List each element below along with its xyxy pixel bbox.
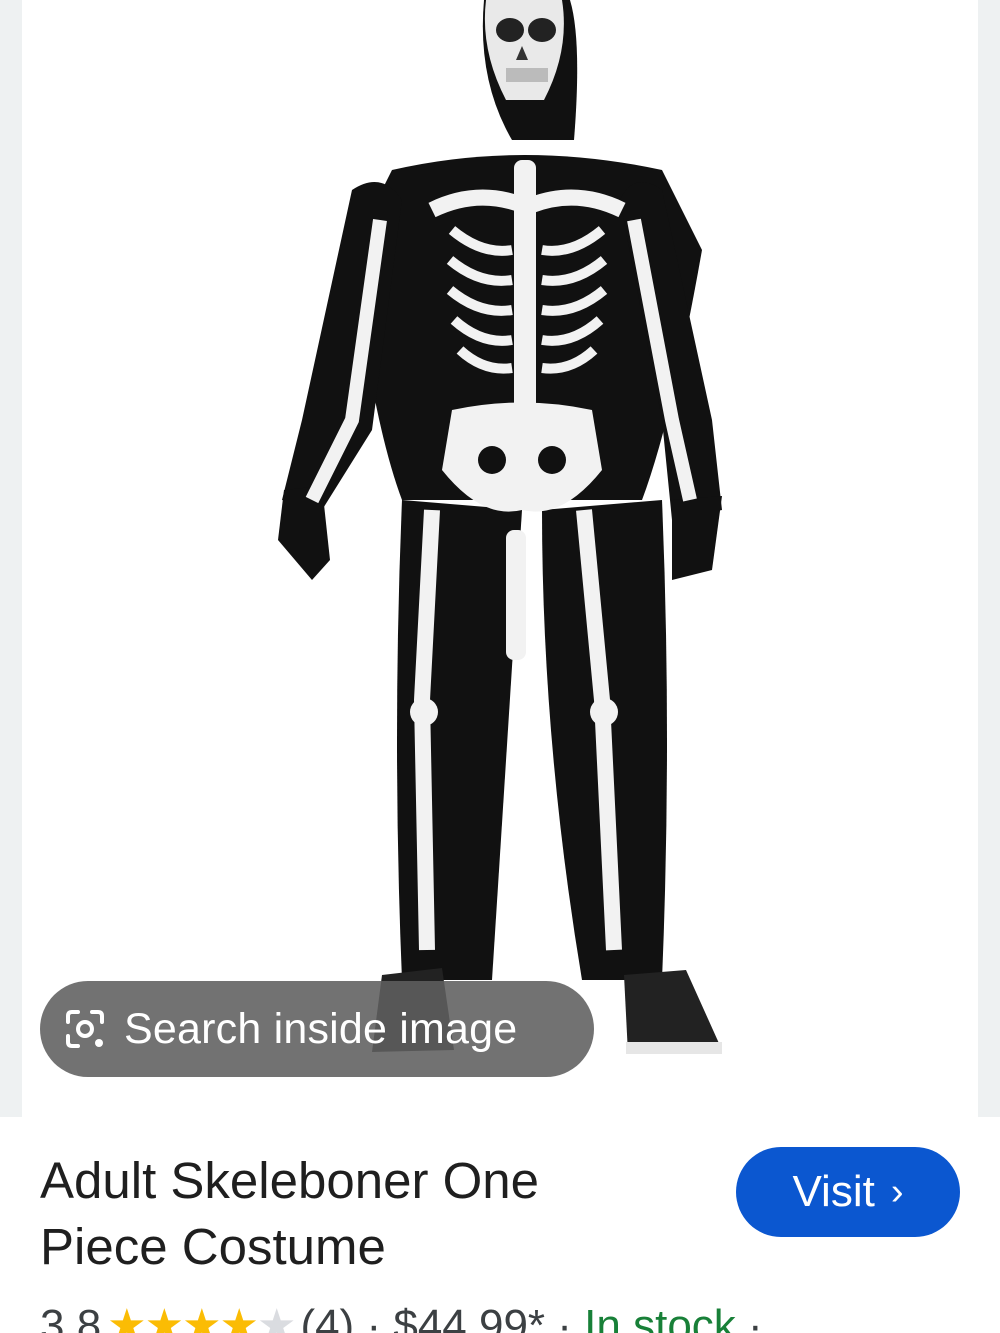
- chevron-right-icon: ›: [890, 1170, 904, 1213]
- product-image-panel[interactable]: Search inside image: [0, 0, 1000, 1117]
- product-page: Search inside image Adult Skeleboner One…: [0, 0, 1000, 1333]
- star-icon: ★: [144, 1301, 184, 1333]
- star-empty-icon: ★: [256, 1301, 296, 1333]
- visit-button[interactable]: Visit ›: [736, 1147, 960, 1237]
- star-icon: ★: [107, 1301, 146, 1333]
- separator: ·: [557, 1301, 572, 1333]
- separator: ·: [366, 1301, 382, 1333]
- star-icon: ★: [219, 1301, 259, 1333]
- rating-stars: ★★★★★: [107, 1301, 296, 1333]
- review-count[interactable]: (4): [300, 1301, 354, 1333]
- separator: ·: [748, 1301, 763, 1333]
- stock-status: In stock: [584, 1301, 736, 1333]
- lens-camera-icon: [66, 1010, 104, 1048]
- rating-value: 3.8: [40, 1301, 102, 1333]
- product-image[interactable]: [22, 0, 978, 1117]
- search-inside-image-button[interactable]: Search inside image: [40, 981, 594, 1077]
- product-image-frame: [22, 0, 978, 1117]
- product-meta-row: 3.8 ★★★★★ (4) · $44.99* · In stock ·: [40, 1300, 1000, 1333]
- visit-label: Visit: [792, 1167, 875, 1216]
- price: $44.99*: [393, 1301, 546, 1333]
- search-inside-image-label: Search inside image: [124, 1004, 518, 1053]
- star-icon: ★: [182, 1301, 221, 1333]
- product-title[interactable]: Adult Skeleboner One Piece Costume: [40, 1148, 680, 1280]
